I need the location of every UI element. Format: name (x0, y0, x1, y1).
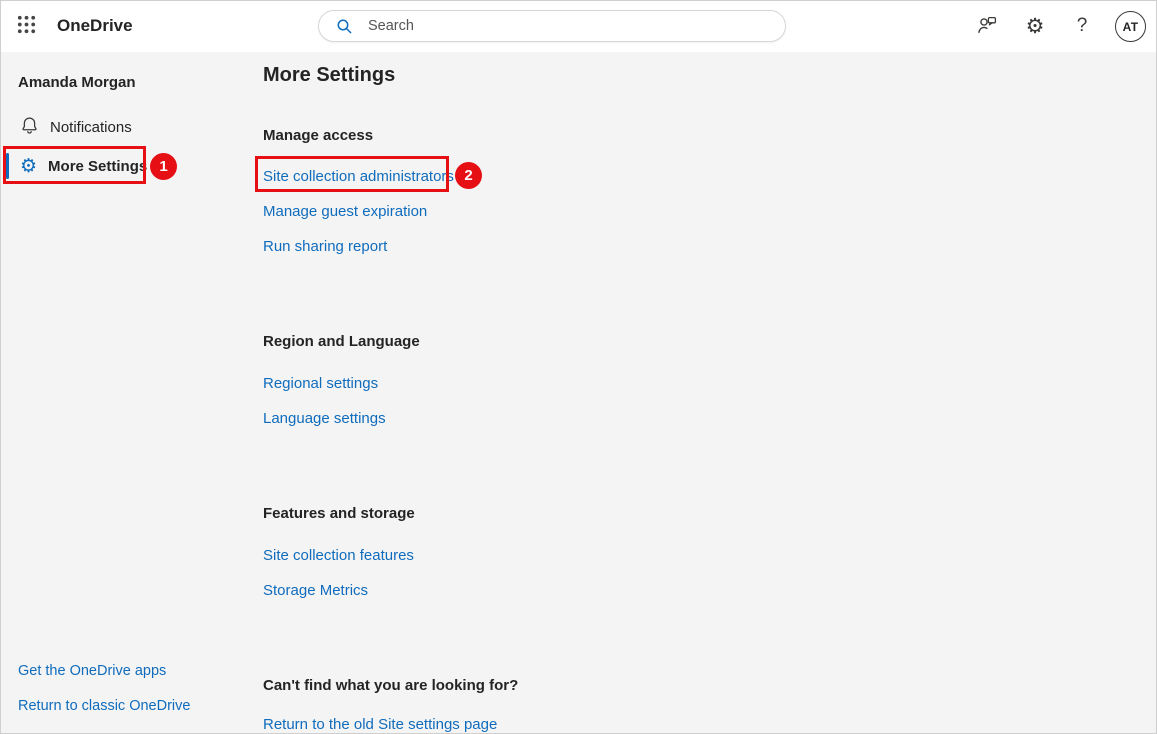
return-classic-onedrive-link[interactable]: Return to classic OneDrive (18, 698, 190, 714)
settings-gear-button[interactable]: ⚙ (1019, 10, 1051, 42)
feedback-icon (976, 15, 998, 38)
link-return-old-site-settings[interactable]: Return to the old Site settings page (263, 716, 497, 733)
get-onedrive-apps-link[interactable]: Get the OneDrive apps (18, 663, 166, 679)
help-icon: ? (1077, 15, 1088, 37)
selected-indicator (6, 153, 9, 179)
page-title: More Settings (263, 64, 395, 87)
section-heading-cant-find: Can't find what you are looking for? (263, 677, 518, 694)
feedback-button[interactable] (971, 10, 1003, 42)
section-heading-region-language: Region and Language (263, 333, 420, 350)
sidebar-user-name: Amanda Morgan (18, 74, 136, 91)
annotation-badge-2: 2 (455, 162, 482, 189)
search-bar[interactable] (318, 10, 786, 42)
search-input[interactable] (366, 17, 773, 35)
link-run-sharing-report[interactable]: Run sharing report (263, 238, 387, 255)
app-title: OneDrive (57, 0, 133, 52)
link-manage-guest-expiration[interactable]: Manage guest expiration (263, 203, 427, 220)
bell-icon (20, 116, 39, 138)
top-bar: OneDrive ⚙ ? (0, 0, 1157, 52)
sidebar-item-notifications[interactable]: Notifications (0, 111, 248, 143)
sidebar-item-label: Notifications (50, 119, 132, 136)
onedrive-app: OneDrive ⚙ ? (0, 0, 1157, 734)
gear-icon: ⚙ (1026, 16, 1045, 37)
link-site-collection-administrators[interactable]: Site collection administrators (263, 168, 454, 185)
link-storage-metrics[interactable]: Storage Metrics (263, 582, 368, 599)
sidebar-item-label: More Settings (48, 158, 147, 175)
search-icon (336, 18, 353, 35)
app-launcher-button[interactable] (13, 13, 39, 39)
sidebar-item-more-settings[interactable]: ⚙ More Settings (0, 150, 248, 182)
avatar[interactable]: AT (1115, 11, 1146, 42)
link-regional-settings[interactable]: Regional settings (263, 375, 378, 392)
gear-icon: ⚙ (20, 157, 37, 176)
help-button[interactable]: ? (1066, 10, 1098, 42)
link-site-collection-features[interactable]: Site collection features (263, 547, 414, 564)
section-heading-manage-access: Manage access (263, 127, 373, 144)
link-language-settings[interactable]: Language settings (263, 410, 386, 427)
waffle-icon (16, 14, 37, 38)
section-heading-features-storage: Features and storage (263, 505, 415, 522)
